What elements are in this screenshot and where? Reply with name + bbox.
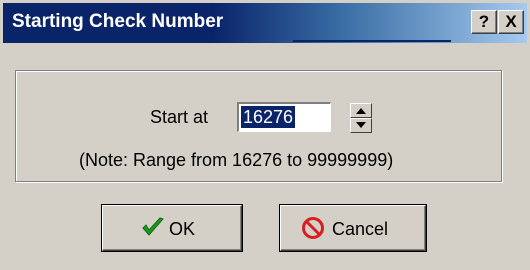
title-decoration (293, 40, 451, 42)
help-button[interactable]: ? (471, 10, 497, 34)
start-number-value[interactable]: 16276 (241, 106, 296, 128)
start-at-label: Start at (150, 107, 209, 127)
prohibited-icon (301, 216, 325, 245)
window-title: Starting Check Number (12, 11, 224, 32)
arrow-up-icon (356, 108, 366, 114)
start-number-input[interactable]: 16276 (237, 102, 331, 132)
dialog-window: Starting Check Number ? X Start at 16276… (0, 0, 530, 270)
close-button[interactable]: X (498, 10, 524, 34)
arrow-down-icon (356, 122, 366, 128)
checkmark-icon (141, 216, 165, 243)
cancel-label: Cancel (332, 219, 389, 239)
number-spinner[interactable] (350, 103, 372, 133)
spin-down-button[interactable] (350, 118, 372, 133)
spin-up-button[interactable] (350, 103, 372, 118)
ok-label: OK (169, 219, 196, 239)
range-note: (Note: Range from 16276 to 99999999) (79, 150, 394, 170)
ok-button[interactable]: OK (102, 205, 242, 251)
title-bar[interactable]: Starting Check Number ? X (3, 3, 527, 43)
cancel-button[interactable]: Cancel (280, 205, 426, 251)
